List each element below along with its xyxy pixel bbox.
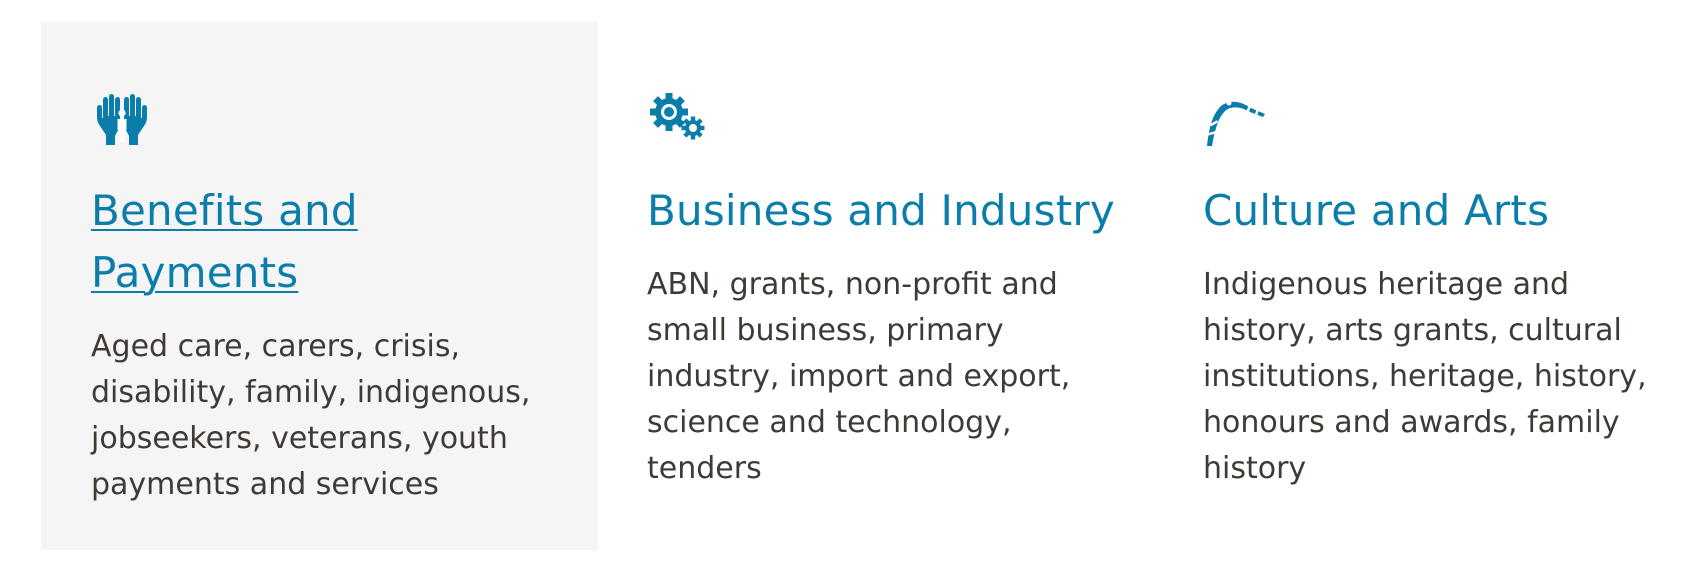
category-card-business[interactable]: Business and Industry ABN, grants, non-p… xyxy=(597,22,1154,550)
card-description: Indigenous heritage and history, arts gr… xyxy=(1203,267,1647,486)
card-description: ABN, grants, non-profit and small busine… xyxy=(647,267,1071,486)
boomerang-icon xyxy=(1203,86,1265,148)
category-card-benefits[interactable]: Benefits and Payments Aged care, carers,… xyxy=(41,22,598,550)
category-card-culture[interactable]: Culture and Arts Indigenous heritage and… xyxy=(1153,22,1682,550)
card-title: Benefits and Payments xyxy=(91,180,421,304)
hands-family-icon xyxy=(91,86,153,148)
card-description: Aged care, carers, crisis, disability, f… xyxy=(91,329,531,502)
culture-link[interactable]: Culture and Arts xyxy=(1203,186,1549,235)
card-title: Business and Industry xyxy=(647,180,1127,242)
gears-icon xyxy=(647,86,709,148)
card-title: Culture and Arts xyxy=(1203,180,1682,242)
business-link[interactable]: Business and Industry xyxy=(647,186,1115,235)
benefits-link[interactable]: Benefits and Payments xyxy=(91,186,358,297)
